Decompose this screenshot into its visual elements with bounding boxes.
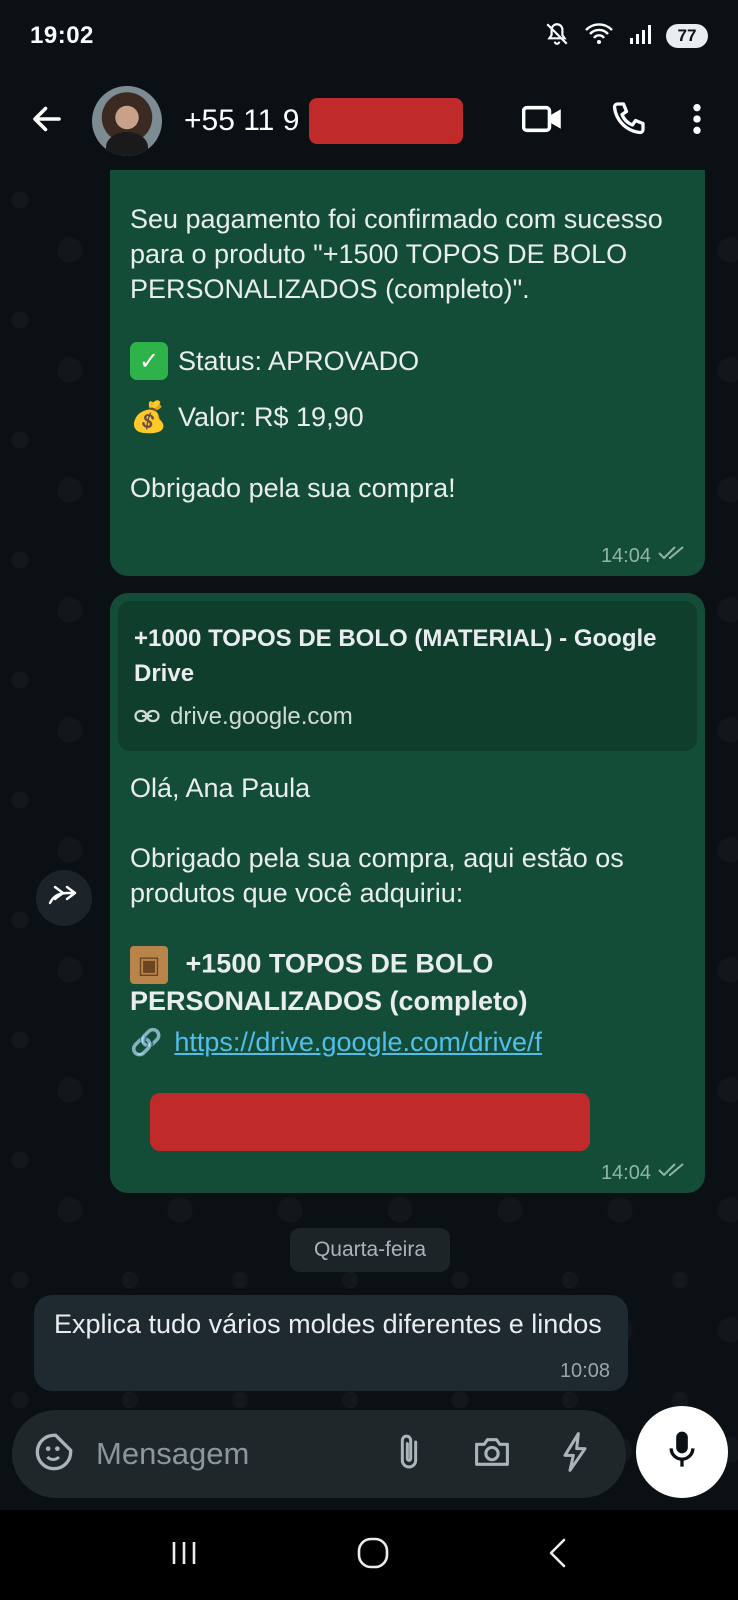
payment-confirmation-text: Seu pagamento foi confirmado com sucesso… xyxy=(130,204,663,304)
date-divider: Quarta-feira xyxy=(290,1228,450,1272)
message-input[interactable]: Mensagem xyxy=(96,1436,394,1472)
avatar[interactable] xyxy=(92,86,162,156)
chat-area[interactable]: Seu pagamento foi confirmado com sucesso… xyxy=(0,170,738,1510)
link-preview-title: +1000 TOPOS DE BOLO (MATERIAL) - Google … xyxy=(134,625,657,687)
body-text: Obrigado pela sua compra, aqui estão os … xyxy=(130,843,624,908)
message-bubble-incoming[interactable]: Explica tudo vários moldes diferentes e … xyxy=(34,1295,628,1391)
status-bar: 19:02 77 xyxy=(0,0,738,72)
back-nav-icon[interactable] xyxy=(546,1536,570,1575)
link-preview-domain-text: drive.google.com xyxy=(170,703,353,730)
status-time: 19:02 xyxy=(30,22,94,49)
valor-text: Valor: R$ 19,90 xyxy=(178,401,364,432)
link-line: 🔗 https://drive.google.com/drive/f xyxy=(130,1025,685,1060)
forward-icon xyxy=(47,883,81,914)
drive-link[interactable]: https://drive.google.com/drive/f xyxy=(174,1025,594,1060)
status-icons: 77 xyxy=(544,21,708,52)
phone-icon[interactable] xyxy=(610,101,646,142)
mute-icon xyxy=(544,21,570,52)
message-text: Seu pagamento foi confirmado com sucesso… xyxy=(110,170,705,506)
package-emoji: ▣ xyxy=(130,946,168,984)
message-time: 14:04 xyxy=(600,1161,651,1184)
money-bag-emoji: 💰 xyxy=(130,400,168,434)
valor-line: 💰 Valor: R$ 19,90 xyxy=(130,398,685,436)
link-emoji: 🔗 xyxy=(130,1027,163,1057)
link-preview[interactable]: +1000 TOPOS DE BOLO (MATERIAL) - Google … xyxy=(118,601,697,751)
link-icon xyxy=(134,703,160,731)
camera-icon[interactable] xyxy=(472,1434,512,1475)
message-meta: 14:04 xyxy=(601,544,687,568)
composer-actions xyxy=(394,1431,590,1477)
message-meta: 14:04 xyxy=(601,1161,687,1185)
back-button[interactable] xyxy=(22,96,72,146)
paperclip-icon[interactable] xyxy=(394,1432,424,1477)
incoming-message-text: Explica tudo vários moldes diferentes e … xyxy=(54,1309,602,1339)
forward-button[interactable] xyxy=(36,870,92,926)
contact-number: +55 11 9 xyxy=(184,104,300,137)
signal-icon xyxy=(628,22,652,51)
battery-badge: 77 xyxy=(666,24,708,48)
thanks-text: Obrigado pela sua compra! xyxy=(130,473,456,503)
product-text: +1500 TOPOS DE BOLO PERSONALIZADOS (comp… xyxy=(130,948,528,1017)
message-bubble-payment[interactable]: Seu pagamento foi confirmado com sucesso… xyxy=(110,170,705,576)
home-icon[interactable] xyxy=(356,1536,390,1575)
chat-header: +55 11 9 xyxy=(0,72,738,170)
message-meta: 10:08 xyxy=(560,1360,610,1383)
message-text: Olá, Ana Paula Obrigado pela sua compra,… xyxy=(110,751,705,1060)
contact-name[interactable]: +55 11 9 xyxy=(184,98,464,144)
redaction-box xyxy=(309,98,464,144)
mic-icon xyxy=(667,1430,697,1475)
recent-apps-icon[interactable] xyxy=(168,1539,200,1572)
product-line: ▣ +1500 TOPOS DE BOLO PERSONALIZADOS (co… xyxy=(130,946,685,1019)
check-mark-emoji: ✓ xyxy=(130,342,168,380)
link-preview-domain: drive.google.com xyxy=(134,703,681,731)
wifi-icon xyxy=(584,21,614,52)
video-call-icon[interactable] xyxy=(521,102,564,141)
greeting-text: Olá, Ana Paula xyxy=(130,773,311,803)
more-vert-icon[interactable] xyxy=(692,102,702,141)
mic-button[interactable] xyxy=(636,1406,728,1498)
lightning-icon[interactable] xyxy=(560,1431,590,1477)
status-text: Status: APROVADO xyxy=(178,345,420,376)
system-nav-bar xyxy=(0,1510,738,1600)
status-line: ✓ Status: APROVADO xyxy=(130,342,685,380)
redaction-box xyxy=(150,1093,590,1151)
double-check-icon xyxy=(657,1161,687,1185)
header-actions xyxy=(521,101,702,142)
arrow-left-icon xyxy=(29,101,65,142)
message-bubble-products[interactable]: +1000 TOPOS DE BOLO (MATERIAL) - Google … xyxy=(110,593,705,1193)
message-composer[interactable]: Mensagem xyxy=(12,1410,626,1498)
message-time: 14:04 xyxy=(600,544,651,567)
message-time: 10:08 xyxy=(559,1360,610,1382)
double-check-icon xyxy=(657,544,687,568)
sticker-icon[interactable] xyxy=(34,1432,74,1477)
